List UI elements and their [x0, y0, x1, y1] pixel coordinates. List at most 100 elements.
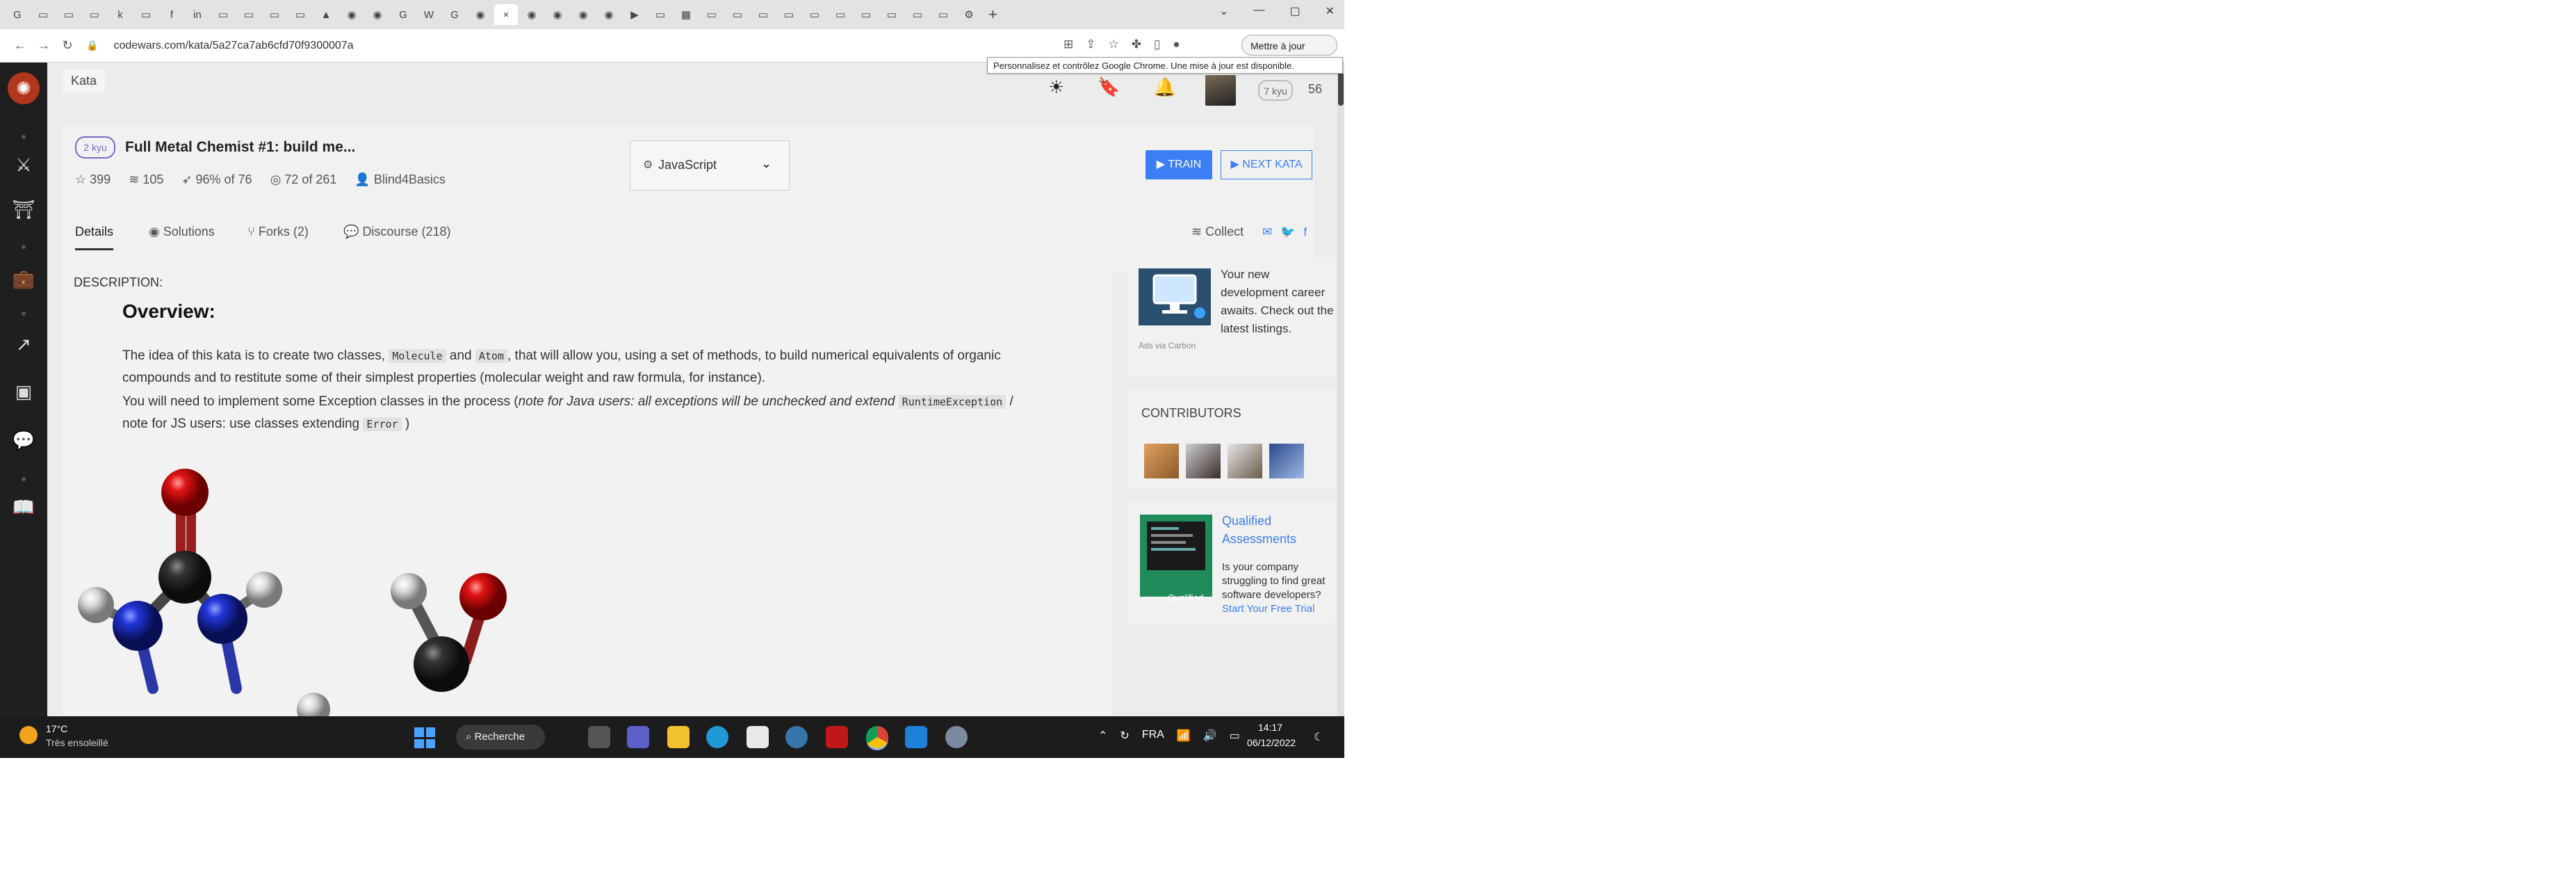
clock-date[interactable]: 06/12/2022	[1247, 737, 1296, 748]
train-button[interactable]: ▶ TRAIN	[1146, 150, 1212, 179]
vscode-icon[interactable]	[905, 726, 927, 748]
tab-forks[interactable]: ⑂ Forks (2)	[247, 213, 309, 250]
edge-icon[interactable]	[706, 726, 728, 748]
jobs-icon[interactable]: 💼	[0, 268, 47, 290]
maximize-icon[interactable]: ▢	[1289, 4, 1300, 18]
ad-image[interactable]	[1139, 268, 1211, 325]
language-select[interactable]: ⚙ JavaScript ⌄	[630, 140, 790, 191]
browser-tab[interactable]: ▭	[803, 4, 826, 25]
codewars-logo-icon[interactable]: ✺	[8, 72, 40, 104]
author-stat[interactable]: 👤 Blind4Basics	[354, 172, 446, 187]
side-panel-icon[interactable]: ▯	[1154, 38, 1160, 51]
reload-icon[interactable]: ↻	[56, 38, 79, 53]
update-chrome-button[interactable]: Mettre à jour	[1241, 35, 1337, 56]
sun-weather-icon[interactable]	[19, 726, 38, 744]
browser-tab[interactable]: ▭	[906, 4, 929, 25]
user-avatar[interactable]	[1205, 75, 1236, 106]
browser-tab[interactable]: ▭	[777, 4, 801, 25]
browser-tab[interactable]: ▭	[829, 4, 852, 25]
collect-button[interactable]: ≋ Collect	[1191, 213, 1244, 250]
browser-tab[interactable]: f	[160, 4, 184, 25]
close-icon[interactable]: ✕	[1326, 4, 1335, 18]
chat-icon[interactable]: ▣	[0, 381, 47, 403]
browser-tab[interactable]: ▲	[314, 4, 338, 25]
discussion-icon[interactable]: 💬	[0, 430, 47, 451]
store-icon[interactable]	[747, 726, 769, 748]
browser-tab[interactable]: in	[186, 4, 209, 25]
mcafee-icon[interactable]	[826, 726, 848, 748]
theme-sun-icon[interactable]: ☀	[1048, 76, 1064, 98]
contributor-avatar[interactable]	[1186, 444, 1221, 478]
bookmarks-icon[interactable]: 🔖	[1098, 76, 1120, 98]
browser-tab[interactable]: W	[417, 4, 441, 25]
contributor-avatar[interactable]	[1228, 444, 1262, 478]
browser-tab[interactable]: ▭	[31, 4, 55, 25]
twitter-icon[interactable]: 🐦	[1280, 225, 1295, 239]
translate-icon[interactable]: ⊞	[1063, 38, 1073, 51]
ad-text[interactable]: Your new development career awaits. Chec…	[1221, 266, 1337, 338]
qualified-ad-image[interactable]: Qualified	[1140, 515, 1212, 603]
battery-icon[interactable]: ▭	[1230, 729, 1240, 743]
carbon-ad[interactable]: Your new development career awaits. Chec…	[1127, 257, 1336, 376]
start-free-trial-link[interactable]: Start Your Free Trial	[1222, 603, 1314, 615]
browser-tab[interactable]: ▭	[649, 4, 672, 25]
browser-tab[interactable]: ▭	[134, 4, 158, 25]
qualified-title[interactable]: Qualified Assessments	[1222, 512, 1326, 548]
extensions-icon[interactable]: ✤	[1132, 38, 1141, 51]
tab-search-icon[interactable]: ⌄	[1219, 4, 1228, 18]
facebook-icon[interactable]: f	[1303, 225, 1307, 239]
settings-icon[interactable]	[945, 726, 968, 748]
page-scrollbar[interactable]	[1337, 63, 1344, 716]
url-field[interactable]: codewars.com/kata/5a27ca7ab6cfd70f930000…	[113, 40, 353, 52]
language-indicator[interactable]: FRA	[1142, 729, 1164, 743]
next-kata-button[interactable]: ▶ NEXT KATA	[1221, 150, 1312, 179]
browser-tab[interactable]: ▭	[751, 4, 775, 25]
email-icon[interactable]: ✉	[1262, 225, 1272, 239]
dojo-icon[interactable]: ⛩	[0, 199, 47, 220]
chrome-icon[interactable]	[866, 726, 888, 750]
file-explorer-icon[interactable]	[667, 726, 690, 748]
author-name[interactable]: Blind4Basics	[374, 172, 446, 186]
contributor-avatar[interactable]	[1269, 444, 1304, 478]
forward-icon[interactable]: →	[32, 38, 56, 53]
volume-icon[interactable]: 🔊	[1203, 729, 1217, 743]
browser-tab[interactable]: ◉	[468, 4, 492, 25]
browser-tab[interactable]: ▭	[288, 4, 312, 25]
browser-tab[interactable]: ◉	[340, 4, 364, 25]
browser-tab[interactable]: ◉	[571, 4, 595, 25]
lock-icon[interactable]: 🔒	[86, 40, 98, 51]
browser-tab[interactable]: ▦	[674, 4, 698, 25]
browser-tab[interactable]: ▭	[880, 4, 904, 25]
practice-icon[interactable]: ⚔	[0, 154, 47, 176]
wifi-icon[interactable]: 📶	[1177, 729, 1191, 743]
browser-tab[interactable]: ▭	[237, 4, 261, 25]
tab-close-icon[interactable]: ×	[494, 4, 518, 25]
browser-tab[interactable]: ▭	[83, 4, 106, 25]
qualified-ad[interactable]: Qualified Qualified Assessments Is your …	[1127, 502, 1336, 623]
leaderboard-icon[interactable]: ↗	[0, 334, 47, 355]
browser-tab[interactable]: ◉	[597, 4, 621, 25]
browser-tab[interactable]: ▭	[700, 4, 724, 25]
minimize-icon[interactable]: —	[1253, 4, 1264, 18]
browser-tab[interactable]: ◉	[366, 4, 389, 25]
browser-tab[interactable]: ▭	[931, 4, 955, 25]
docs-book-icon[interactable]: 📖	[0, 496, 47, 518]
contributor-avatar[interactable]	[1144, 444, 1179, 478]
tab-discourse[interactable]: 💬 Discourse (218)	[343, 213, 450, 250]
taskbar-search[interactable]: ⌕ Recherche	[456, 725, 545, 750]
browser-tab[interactable]: ▶	[623, 4, 646, 25]
new-tab-icon[interactable]: +	[988, 6, 997, 24]
teams-icon[interactable]	[627, 726, 649, 748]
sync-icon[interactable]: ↻	[1120, 729, 1129, 743]
browser-tab[interactable]: ◉	[546, 4, 569, 25]
tab-solutions[interactable]: ◉ Solutions	[149, 213, 215, 250]
tab-details[interactable]: Details	[75, 213, 114, 250]
notifications-bell-icon[interactable]: 🔔	[1154, 76, 1176, 98]
python-icon[interactable]	[785, 726, 808, 748]
browser-tab[interactable]: G	[391, 4, 415, 25]
breadcrumb[interactable]: Kata	[63, 70, 106, 92]
browser-tab[interactable]: ▭	[211, 4, 235, 25]
scrollbar-thumb[interactable]	[1338, 72, 1344, 106]
weather-description[interactable]: Très ensoleillé	[46, 737, 108, 748]
chevron-up-icon[interactable]: ⌃	[1098, 729, 1107, 743]
